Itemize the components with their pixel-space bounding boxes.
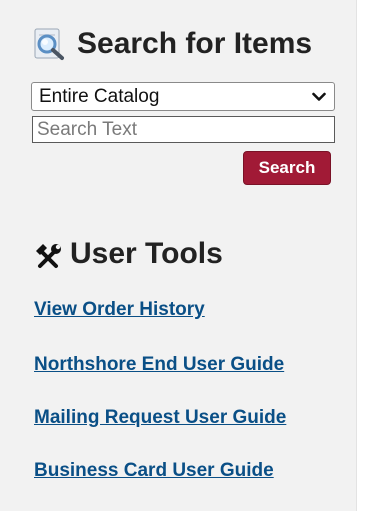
northshore-end-user-guide-link[interactable]: Northshore End User Guide bbox=[34, 354, 284, 376]
user-tools-title: User Tools bbox=[70, 237, 223, 270]
mailing-request-user-guide-link[interactable]: Mailing Request User Guide bbox=[34, 407, 286, 429]
magnifying-glass-icon bbox=[34, 28, 64, 60]
catalog-scope-value: Entire Catalog bbox=[39, 85, 160, 107]
search-input[interactable] bbox=[32, 116, 335, 143]
tools-icon bbox=[36, 244, 61, 268]
sidebar-panel: Search for Items Entire Catalog Search U… bbox=[0, 0, 357, 511]
search-heading: Search for Items bbox=[33, 24, 312, 64]
search-title: Search for Items bbox=[77, 27, 313, 60]
search-button[interactable]: Search bbox=[243, 151, 331, 185]
user-tools-heading: User Tools bbox=[34, 234, 223, 274]
view-order-history-link[interactable]: View Order History bbox=[34, 299, 205, 321]
chevron-down-icon bbox=[312, 92, 326, 101]
business-card-user-guide-link[interactable]: Business Card User Guide bbox=[34, 460, 274, 482]
catalog-scope-select[interactable]: Entire Catalog bbox=[31, 82, 335, 111]
